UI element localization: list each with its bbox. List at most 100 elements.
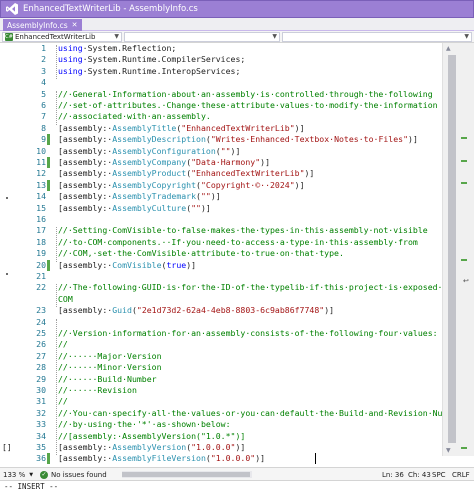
scrollbar-change-mark [461, 137, 467, 140]
csharp-project-icon: C# [5, 33, 13, 41]
code-line[interactable]: // [58, 339, 68, 350]
code-token: )] [304, 168, 315, 179]
code-line[interactable]: using·System.Reflection; [58, 43, 176, 54]
window-title: EnhancedTextWriterLib - AssemblyInfo.cs [23, 4, 198, 14]
line-number: 32 [36, 407, 46, 418]
code-line[interactable]: COM [58, 294, 73, 305]
code-token: [assembly:· [58, 202, 113, 213]
code-line[interactable]: //·by·using·the·'*'·as·shown·below: [58, 419, 231, 430]
code-line[interactable]: //·COM,·set·the·ComVisible·attribute·to·… [58, 248, 344, 259]
line-number: 11 [36, 157, 46, 167]
code-token: AssemblyCopyright [112, 179, 197, 190]
code-line[interactable]: [assembly:·AssemblyVersion("1.0.0.0")] [58, 442, 245, 453]
code-token: // [58, 396, 68, 407]
code-token: [assembly:· [58, 305, 113, 316]
code-line[interactable]: [assembly:·AssemblyTitle("EnhancedTextWr… [58, 123, 305, 134]
code-line[interactable]: //······Minor·Version [58, 362, 162, 373]
code-token: "1.0.0.0" [191, 442, 236, 452]
line-number: 4 [41, 77, 46, 88]
scrollbar-change-mark [461, 159, 467, 162]
line-number: 12 [36, 168, 46, 179]
glyph-margin: [] [0, 43, 12, 456]
code-line[interactable]: //·Version·information·for·an·assembly·c… [58, 328, 438, 339]
code-line[interactable]: //·to·COM·components.··If·you·need·to·ac… [58, 237, 418, 248]
tab-assemblyinfo[interactable]: AssemblyInfo.cs ✕ [3, 19, 82, 31]
code-token: //·associated·with·an·assembly. [58, 111, 211, 122]
code-editor[interactable]: [] 1 2 3 4 5 6 7 8 9 10 11 12 13 14 15 16 17 18 19 20 21 22 23… [0, 43, 474, 465]
code-token: ·System.Reflection; [82, 43, 177, 53]
line-number: 20 [36, 259, 46, 270]
code-line[interactable]: [assembly:·AssemblyTrademark("")] [58, 191, 221, 202]
code-token: //·COM,·set·the·ComVisible·attribute·to·… [58, 248, 344, 259]
code-line[interactable]: [assembly:·AssemblyProduct("EnhancedText… [58, 168, 314, 179]
scrollbar-thumb[interactable] [448, 55, 456, 443]
code-line[interactable]: //·You·can·specify·all·the·values·or·you… [58, 408, 467, 419]
code-line[interactable]: // [58, 396, 68, 407]
code-token: [assembly:· [58, 145, 113, 156]
wrap-icon: ↩ [463, 277, 469, 285]
code-line[interactable]: [assembly:·AssemblyCopyright("Copyright·… [58, 180, 305, 191]
code-token: [assembly:· [58, 122, 113, 133]
code-line[interactable]: //······Revision [58, 385, 137, 396]
code-token: Guid [112, 305, 132, 316]
line-number: 34 [36, 430, 46, 441]
code-line[interactable]: //[assembly:·AssemblyVersion("1.0.*")] [58, 431, 245, 442]
line-number: 8 [41, 122, 46, 133]
chevron-down-icon: ▼ [114, 33, 119, 40]
code-token: )] [230, 145, 241, 156]
line-number-gutter: 1 2 3 4 5 6 7 8 9 10 11 12 13 14 15 16 17 18 19 20 21 22 23 24 2… [11, 43, 46, 463]
code-token: )] [408, 134, 418, 145]
line-number: 22 [36, 282, 46, 293]
code-line[interactable]: //·General·Information·about·an·assembly… [58, 89, 433, 100]
code-text-area[interactable]: using·System.Reflection; using·System.Run… [58, 43, 467, 465]
code-token: )] [200, 202, 211, 213]
line-number: 24 [36, 316, 46, 327]
scroll-up-icon[interactable]: ▲ [446, 45, 451, 52]
change-bar [47, 157, 50, 168]
code-line[interactable]: [assembly:·Guid("2e1d73d2-62a4-4eb8-8803… [58, 305, 334, 316]
code-token: //·Version·information·for·an·assembly·c… [58, 328, 438, 338]
code-token: )] [260, 157, 270, 167]
code-token: AssemblyCompany [112, 157, 187, 167]
chevron-down-icon: ▼ [464, 33, 469, 40]
code-line[interactable]: //······Major·Version [58, 351, 162, 362]
vim-mode-bar: -- INSERT -- [0, 480, 474, 492]
project-dropdown[interactable]: C# EnhancedTextWriterLib ▼ [2, 32, 122, 42]
code-line[interactable]: [assembly:·AssemblyDescription("Writes·E… [58, 134, 418, 145]
code-line[interactable]: //·set·of·attributes.·Change·these·attri… [58, 100, 438, 111]
code-line[interactable]: [assembly:·AssemblyCompany("Data·Harmony… [58, 157, 270, 168]
horizontal-scrollbar[interactable] [122, 471, 252, 478]
fold-guide [56, 227, 57, 262]
code-token: AssemblyFileVersion [112, 453, 206, 464]
line-number: 7 [41, 111, 46, 122]
member-dropdown[interactable]: ▼ [282, 32, 472, 42]
code-token: "" [220, 145, 231, 156]
line-number: 36 [36, 453, 46, 464]
code-line[interactable]: [assembly:·AssemblyFileVersion("1.0.0.0"… [58, 453, 265, 464]
code-line[interactable]: //·associated·with·an·assembly. [58, 111, 211, 122]
code-token: [assembly:· [58, 453, 113, 464]
code-line[interactable]: [assembly:·AssemblyCulture("")] [58, 203, 211, 214]
code-token: //······Major·Version [58, 350, 162, 361]
code-line[interactable]: using·System.Runtime.CompilerServices; [58, 54, 245, 65]
code-token: [assembly:· [58, 168, 113, 179]
line-number: 30 [36, 385, 46, 395]
line-number: 21 [36, 271, 46, 281]
line-number: 16 [36, 214, 46, 224]
close-icon[interactable]: ✕ [72, 21, 78, 29]
type-dropdown[interactable]: ▼ [124, 32, 280, 42]
code-line[interactable]: //·Setting·ComVisible·to·false·makes·the… [58, 225, 428, 236]
code-line[interactable]: //·The·following·GUID·is·for·the·ID·of·t… [58, 282, 457, 293]
document-tab-strip: AssemblyInfo.cs ✕ [0, 18, 474, 31]
code-token: //······Minor·Version [58, 362, 162, 373]
fold-guide [56, 318, 57, 456]
vertical-scrollbar[interactable]: ▲ ↩ ▼ [442, 43, 474, 456]
code-line[interactable]: [assembly:·ComVisible(true)] [58, 260, 196, 271]
fold-guide [56, 284, 57, 308]
horizontal-scrollbar-thumb[interactable] [122, 472, 250, 477]
scroll-down-icon[interactable]: ▼ [446, 447, 451, 454]
code-line[interactable]: //······Build·Number [58, 374, 157, 385]
code-line[interactable]: using·System.Runtime.InteropServices; [58, 66, 240, 77]
code-token: )] [186, 259, 197, 270]
code-line[interactable]: [assembly:·AssemblyConfiguration("")] [58, 146, 240, 157]
